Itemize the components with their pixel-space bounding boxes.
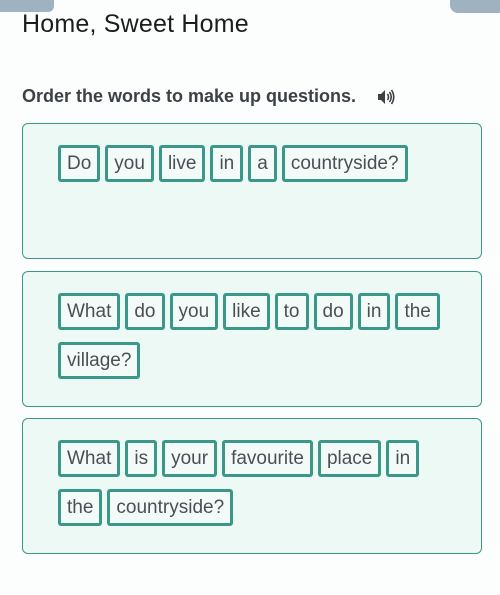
word-chip[interactable]: do [125,293,165,330]
word-chip[interactable]: is [125,440,158,477]
word-chips: Do you live in a countryside? [58,145,461,182]
word-chip[interactable]: favourite [222,440,313,477]
word-chip[interactable]: place [317,440,382,477]
word-chip[interactable]: in [210,145,244,182]
word-chip[interactable]: to [274,293,309,330]
word-chip[interactable]: the [58,489,103,526]
word-chip[interactable]: countryside? [107,489,234,526]
word-chip[interactable]: in [386,440,420,477]
word-chips: What is your favourite place in the countryside… [58,440,461,526]
nav-tab-right[interactable] [450,0,500,13]
page-title: Home, Sweet Home [22,10,249,38]
word-chip[interactable]: like [223,293,270,330]
word-chip[interactable]: countryside? [281,145,408,182]
word-chip[interactable]: a [248,145,277,182]
word-chip[interactable]: you [169,293,219,330]
question-panel-3: What is your favourite place in the countryside… [22,418,482,554]
word-chip[interactable]: do [313,293,353,330]
word-chip[interactable]: What [58,440,121,477]
instruction: Order the words to make up questions. [22,86,396,107]
word-chip[interactable]: village? [58,342,141,379]
word-chip[interactable]: What [58,293,121,330]
question-panel-1: Do you live in a countryside? [22,123,482,259]
word-chip[interactable]: Do [58,145,101,182]
word-chip[interactable]: your [162,440,218,477]
word-chip[interactable]: the [395,293,440,330]
word-chips: What do you like to do in the village? [58,293,461,379]
speaker-icon[interactable] [376,88,396,106]
word-chip[interactable]: in [357,293,391,330]
word-chip[interactable]: you [105,145,154,182]
word-chip[interactable]: live [158,145,206,182]
instruction-text: Order the words to make up questions. [22,86,357,106]
question-panel-2: What do you like to do in the village? [22,271,482,407]
